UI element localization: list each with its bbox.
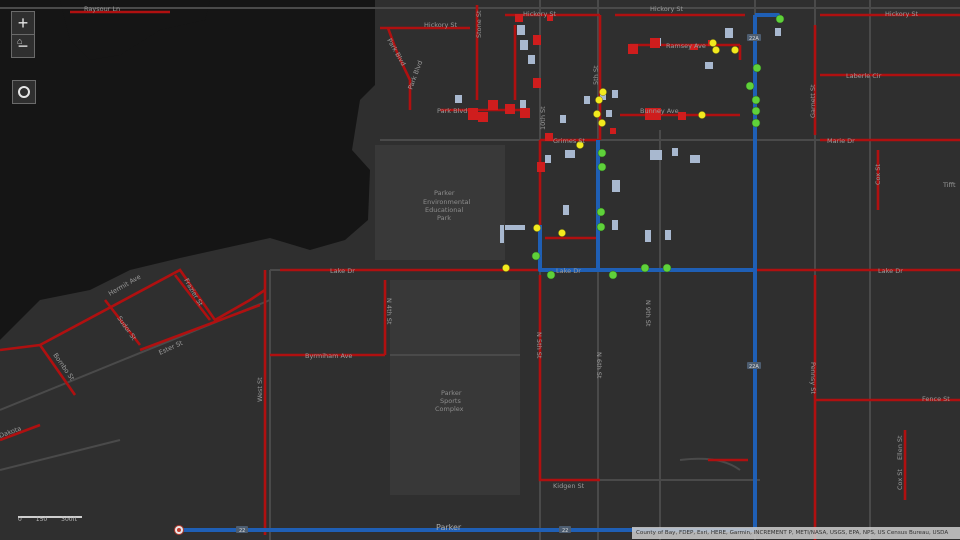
label-pennsy: Pennsy St — [809, 362, 817, 394]
scale-label-2: 300ft — [61, 516, 77, 523]
label-marie: Marie Dr — [827, 137, 855, 145]
shield-22-left: 22 — [239, 528, 245, 534]
label-hickory-ce: Hickory St — [650, 5, 683, 13]
park-name-2: Environmental — [423, 198, 470, 206]
label-garnett: Garnett St — [809, 84, 817, 118]
label-park-blvd-c: Park Blvd — [437, 107, 467, 115]
label-tifft: Tifft — [942, 181, 956, 189]
locate-button[interactable] — [12, 80, 36, 104]
label-5th-st: 5th St — [592, 65, 600, 85]
label-ellen: Ellen St — [896, 435, 904, 460]
zoom-in-button[interactable]: + — [12, 12, 34, 34]
scale-label-0: 0 — [18, 516, 22, 523]
locate-icon — [18, 86, 30, 98]
label-n-9th: N 9th St — [644, 300, 652, 327]
shield-22-right: 22 — [562, 528, 568, 534]
sports-name-3: Complex — [435, 405, 464, 413]
location-marker-icon[interactable] — [174, 525, 184, 535]
scale-labels: 0 150 300ft — [18, 516, 89, 523]
label-cox-upper: Cox St — [874, 164, 882, 185]
label-hickory-e: Hickory St — [885, 10, 918, 18]
label-kidgen: Kidgen St — [553, 482, 585, 490]
zoom-control: + − — [11, 11, 35, 58]
label-west-st: West St — [256, 377, 264, 402]
label-raysour: Raysour Ln — [84, 5, 120, 13]
shield-22a-top: 22A — [749, 36, 759, 42]
scale-label-1: 150 — [35, 516, 48, 523]
label-10th-st: 10th St — [539, 106, 547, 130]
label-bunney: Bunney Ave — [640, 107, 679, 115]
scale-bar: 0 150 300ft — [18, 508, 88, 524]
map-view[interactable]: 22A 22A 22 22 Raysour Ln Hickory St Hick… — [0, 0, 960, 540]
label-stone-st: Stone St — [475, 10, 483, 38]
park-name-4: Park — [437, 214, 451, 222]
label-hickory-w: Hickory St — [424, 21, 457, 29]
label-cox: Cox St — [896, 469, 904, 490]
label-fence: Fence St — [922, 395, 950, 403]
label-lake-dr-e: Lake Dr — [878, 267, 903, 275]
label-laberle: Laberle Cir — [846, 72, 882, 80]
label-hickory-c: Hickory St — [523, 10, 556, 18]
label-birmingham: Byrmiham Ave — [305, 352, 352, 360]
label-n-6th: N 6th St — [595, 352, 603, 379]
sports-name-2: Sports — [440, 397, 461, 405]
basemap: 22A 22A 22 22 Raysour Ln Hickory St Hick… — [0, 0, 960, 540]
label-parker-road: Parker — [436, 523, 462, 532]
sports-name-1: Parker — [441, 389, 462, 397]
label-n-5th: N 5th St — [535, 332, 543, 359]
attribution-bar[interactable]: County of Bay, FDEP, Esri, HERE, Garmin,… — [632, 527, 960, 539]
park-name-1: Parker — [434, 189, 455, 197]
park-name-3: Educational — [425, 206, 463, 214]
label-ramsey: Ramsey Ave — [666, 42, 706, 50]
shield-22a-mid: 22A — [749, 364, 759, 370]
label-grimes: Grimes St — [553, 137, 585, 145]
home-icon[interactable]: ⌂ — [17, 36, 27, 46]
sports-complex-area — [390, 280, 520, 495]
label-n-4th: N 4th St — [385, 298, 393, 325]
label-lake-dr-w: Lake Dr — [330, 267, 355, 275]
label-lake-dr-c: Lake Dr — [556, 267, 581, 275]
